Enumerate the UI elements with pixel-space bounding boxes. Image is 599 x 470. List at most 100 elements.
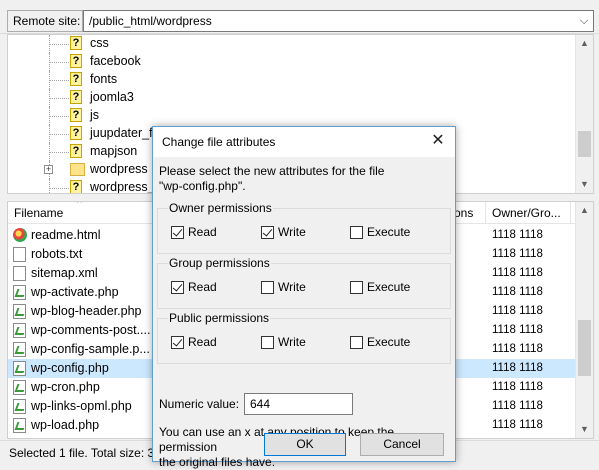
question-folder-icon: ? [70, 180, 82, 193]
scroll-up-arrow-icon[interactable]: ▲ [576, 35, 593, 52]
owner-permissions-title: Owner permissions [168, 201, 273, 215]
file-list-vertical-scrollbar[interactable]: ▲ ▼ [575, 202, 593, 438]
checkbox-unchecked-icon[interactable] [261, 336, 274, 349]
question-folder-icon: ? [70, 126, 82, 140]
checkbox-checked-icon[interactable] [171, 336, 184, 349]
tree-item-label: fonts [90, 72, 118, 86]
tree-item-label: wordpress [90, 162, 148, 176]
text-file-icon [13, 247, 26, 262]
checkbox-checked-icon[interactable] [171, 281, 184, 294]
file-name: wp-blog-header.php [31, 304, 142, 318]
dialog-body: Please select the new attributes for the… [153, 157, 455, 469]
chrome-html-icon [13, 228, 27, 242]
tree-item-label: juupdater_fi [90, 126, 156, 140]
checkbox-unchecked-icon[interactable] [350, 336, 363, 349]
tree-item[interactable]: ? css [8, 35, 568, 53]
tree-item[interactable]: ? joomla3 [8, 89, 568, 107]
dialog-title: Change file attributes [162, 135, 276, 149]
tree-item-label: mapjson [90, 144, 138, 158]
file-name: wp-activate.php [31, 285, 119, 299]
ok-button[interactable]: OK [264, 433, 346, 456]
expand-plus-icon[interactable]: + [44, 165, 53, 174]
file-name: robots.txt [31, 247, 83, 261]
file-owner: 1118 1118 [492, 419, 543, 431]
question-folder-icon: ? [70, 72, 82, 86]
question-folder-icon: ? [70, 54, 82, 68]
file-owner: 1118 1118 [492, 286, 543, 298]
scroll-up-arrow-icon[interactable]: ▲ [576, 202, 593, 219]
file-name: wp-links-opml.php [31, 399, 132, 413]
question-folder-icon: ? [70, 36, 82, 50]
numeric-value-label: Numeric value: [159, 397, 240, 411]
tree-item[interactable]: ? fonts [8, 71, 568, 89]
remote-site-label: Remote site: [7, 10, 83, 32]
change-file-attributes-dialog: Change file attributes ✕ Please select t… [152, 126, 456, 469]
remote-path-value: /public_html/wordpress [89, 14, 212, 28]
chevron-down-icon[interactable]: ⌵ [577, 14, 591, 28]
column-header-owner[interactable]: Owner/Gro... [492, 206, 561, 220]
checkbox-unchecked-icon[interactable] [261, 281, 274, 294]
file-owner: 1118 1118 [492, 305, 543, 317]
dialog-message-filename: "wp-config.php". [159, 179, 246, 193]
checkbox-unchecked-icon[interactable] [350, 226, 363, 239]
folder-icon [70, 163, 85, 176]
checkbox-checked-icon[interactable] [171, 226, 184, 239]
file-name: sitemap.xml [31, 266, 98, 280]
dialog-message-line: Please select the new attributes for the… [159, 164, 385, 178]
tree-item-label: js [90, 108, 100, 122]
php-file-icon [13, 380, 26, 395]
text-file-icon [13, 266, 26, 281]
php-file-icon [13, 323, 26, 338]
tree-item-label: facebook [90, 54, 141, 68]
scroll-down-arrow-icon[interactable]: ▼ [576, 421, 593, 438]
cancel-button[interactable]: Cancel [360, 433, 444, 456]
file-owner: 1118 1118 [492, 343, 543, 355]
owner-permissions-group: Owner permissions Read Write Execute [157, 201, 451, 254]
file-name: readme.html [31, 228, 101, 242]
remote-path-combobox[interactable]: /public_html/wordpress ⌵ [83, 10, 594, 32]
remote-site-bar: Remote site: /public_html/wordpress ⌵ [0, 0, 599, 34]
checkbox-checked-icon[interactable] [261, 226, 274, 239]
close-icon[interactable]: ✕ [429, 132, 447, 150]
file-owner: 1118 1118 [492, 381, 543, 393]
tree-item-label: css [90, 36, 109, 50]
group-permissions-title: Group permissions [168, 256, 271, 270]
tree-item-label: joomla3 [90, 90, 134, 104]
public-permissions-group: Public permissions Read Write Execute [157, 311, 451, 364]
php-file-icon [13, 361, 26, 376]
tree-item-label: wordpress_t [90, 180, 159, 194]
file-name: wp-comments-post.... [31, 323, 151, 337]
file-owner: 1118 1118 [492, 324, 543, 336]
numeric-value-input[interactable]: 644 [244, 393, 353, 415]
tree-item[interactable]: ? js [8, 107, 568, 125]
sort-arrow-icon: ^ [77, 201, 82, 209]
checkbox-unchecked-icon[interactable] [350, 281, 363, 294]
group-permissions-group: Group permissions Read Write Execute [157, 256, 451, 309]
tree-item[interactable]: ? facebook [8, 53, 568, 71]
php-file-icon [13, 418, 26, 433]
file-owner: 1118 1118 [492, 400, 543, 412]
scroll-thumb[interactable] [578, 320, 591, 376]
scroll-thumb[interactable] [578, 131, 591, 157]
file-owner: 1118 1118 [492, 248, 543, 260]
dialog-titlebar[interactable]: Change file attributes ✕ [153, 127, 455, 157]
file-owner: 1118 1118 [492, 267, 543, 279]
column-header-filename[interactable]: Filename [14, 206, 63, 220]
dialog-message: Please select the new attributes for the… [159, 164, 449, 194]
tree-vertical-scrollbar[interactable]: ▲ ▼ [575, 35, 593, 193]
numeric-value-text: 644 [250, 397, 271, 411]
file-owner: 1118 1118 [492, 229, 543, 241]
scroll-down-arrow-icon[interactable]: ▼ [576, 176, 593, 193]
php-file-icon [13, 285, 26, 300]
php-file-icon [13, 342, 26, 357]
file-name: wp-config.php [31, 361, 109, 375]
file-name: wp-cron.php [31, 380, 100, 394]
status-text: Selected 1 file. Total size: 3, [9, 446, 158, 460]
question-folder-icon: ? [70, 90, 82, 104]
question-folder-icon: ? [70, 144, 82, 158]
file-name: wp-load.php [31, 418, 100, 432]
file-name: wp-config-sample.p... [31, 342, 150, 356]
question-folder-icon: ? [70, 108, 82, 122]
column-header-permissions[interactable]: ons [454, 206, 473, 220]
public-permissions-title: Public permissions [168, 311, 271, 325]
